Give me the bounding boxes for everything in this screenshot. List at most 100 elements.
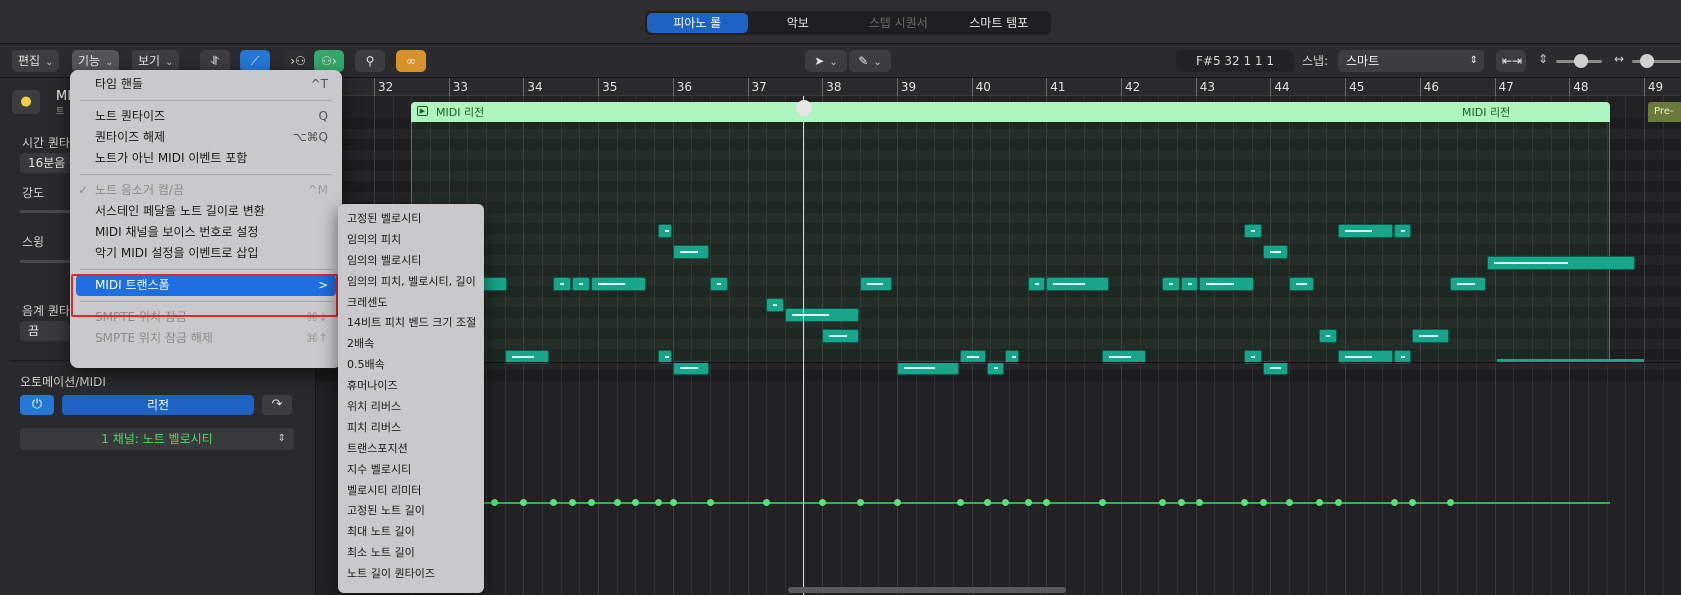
midi-note[interactable] (672, 245, 710, 259)
catch-icon[interactable]: ● (12, 90, 40, 114)
submenu-item[interactable]: 피치 리버스 (338, 417, 484, 438)
midi-note[interactable] (766, 297, 784, 312)
submenu-item[interactable]: 노트 길이 퀀타이즈 (338, 563, 484, 584)
scale-quantize-select[interactable]: 끔 (20, 321, 70, 341)
submenu-item[interactable]: 임의의 벨로시티 (338, 250, 484, 271)
functions-menu-button[interactable]: 기능 ⌄ (72, 50, 120, 72)
submenu-item[interactable]: 위치 리버스 (338, 396, 484, 417)
midi-note[interactable] (710, 276, 728, 291)
submenu-item[interactable]: 고정된 노트 길이 (338, 500, 484, 521)
velocity-point[interactable] (654, 499, 662, 506)
velocity-point[interactable] (983, 499, 991, 506)
velocity-point[interactable] (1024, 499, 1032, 506)
midi-note[interactable] (822, 329, 859, 343)
midi-note[interactable] (590, 276, 646, 291)
midi-region-header[interactable] (411, 102, 1610, 122)
midi-note[interactable] (657, 224, 672, 238)
midi-note[interactable] (1027, 276, 1046, 291)
midi-note[interactable] (1412, 329, 1449, 343)
horizontal-zoom-knob[interactable] (1640, 54, 1654, 68)
menu-item-note-mute[interactable]: ✓ 노트 음소거 켬/끔 ^M (70, 180, 342, 201)
submenu-item[interactable]: 휴머나이즈 (338, 375, 484, 396)
velocity-point[interactable] (613, 499, 621, 506)
velocity-point[interactable] (669, 499, 677, 506)
tab-score[interactable]: 악보 (748, 13, 849, 33)
menu-item-sustain-to-length[interactable]: 서스테인 페달을 노트 길이로 변환 (70, 201, 342, 222)
submenu-item[interactable]: 고정된 벨로시티 (338, 208, 484, 229)
velocity-point[interactable] (568, 499, 576, 506)
velocity-point[interactable] (1390, 499, 1398, 506)
horizontal-scrollbar[interactable] (788, 587, 1066, 593)
menu-item-smpte-unlock[interactable]: SMPTE 위치 잠금 해제 ⌘↑ (70, 328, 342, 349)
submenu-item[interactable]: 지수 벨로시티 (338, 459, 484, 480)
bar-ruler[interactable] (316, 78, 1681, 96)
midi-note[interactable] (1262, 245, 1289, 259)
submenu-item[interactable]: 크레센도 (338, 292, 484, 313)
midi-in-icon[interactable]: ⟋ (240, 50, 270, 72)
submenu-item[interactable]: 최소 노트 길이 (338, 542, 484, 563)
velocity-point[interactable] (1259, 499, 1267, 506)
velocity-point[interactable] (1177, 499, 1185, 506)
collapse-icon[interactable]: ⥯ (200, 50, 230, 72)
fit-width-icon[interactable]: ⇤⇥ (1496, 50, 1526, 72)
midi-note[interactable] (1180, 276, 1199, 291)
tab-smart-tempo[interactable]: 스마트 템포 (949, 13, 1050, 33)
tab-step-sequencer[interactable]: 스텝 시퀀서 (848, 13, 949, 33)
menu-item-include-non-note[interactable]: 노트가 아닌 MIDI 이벤트 포함 (70, 148, 342, 169)
playhead[interactable] (803, 96, 804, 595)
midi-note[interactable] (571, 276, 590, 291)
velocity-point[interactable] (587, 499, 595, 506)
share-icon[interactable]: ↷ (262, 395, 292, 415)
menu-item-insert-instrument-settings[interactable]: 악기 MIDI 설정을 이벤트로 삽입 (70, 243, 342, 264)
pointer-tool-icon[interactable]: ➤ ⌄ (805, 50, 847, 72)
vertical-zoom-knob[interactable] (1574, 54, 1588, 68)
midi-note[interactable] (1318, 329, 1337, 343)
velocity-point[interactable] (893, 499, 901, 506)
tab-piano-roll[interactable]: 피아노 롤 (647, 13, 748, 33)
midi-note[interactable] (1487, 255, 1636, 270)
edit-menu-button[interactable]: 편집 ⌄ (12, 50, 60, 72)
midi-out-right-icon[interactable]: ⚇› (314, 50, 344, 72)
midi-note[interactable] (1337, 224, 1393, 238)
velocity-point[interactable] (1334, 499, 1342, 506)
submenu-item[interactable]: 임의의 피치 (338, 229, 484, 250)
menu-item-quantize-notes[interactable]: 노트 퀀타이즈 Q (70, 106, 342, 127)
strength-slider[interactable] (20, 210, 70, 213)
midi-note[interactable] (553, 276, 571, 291)
velocity-point[interactable] (1446, 499, 1454, 506)
region-button[interactable]: 리전 (62, 395, 254, 415)
velocity-point[interactable] (490, 499, 498, 506)
midi-note[interactable] (1162, 276, 1180, 291)
snap-select[interactable]: 스마트 ⇕ (1338, 50, 1484, 72)
midi-note[interactable] (784, 308, 859, 322)
pre-region-tag[interactable]: Pre- (1648, 102, 1681, 122)
channel-select[interactable]: 1 채널: 노트 벨로시티 ⇕ (20, 428, 294, 450)
power-icon[interactable]: ⏻ (20, 395, 54, 415)
submenu-item[interactable]: 14비트 피치 벤드 크기 조절 (338, 312, 484, 333)
link-icon[interactable]: ∞ (396, 50, 426, 72)
velocity-point[interactable] (1315, 499, 1323, 506)
midi-note[interactable] (1449, 276, 1487, 291)
submenu-item[interactable]: 최대 노트 길이 (338, 521, 484, 542)
pencil-tool-icon[interactable]: ✎ ⌄ (849, 50, 891, 72)
menu-item-time-handles[interactable]: 타임 핸들 ^T (70, 74, 342, 95)
midi-note[interactable] (1046, 276, 1109, 291)
submenu-item[interactable]: 0.5배속 (338, 354, 484, 375)
midi-note[interactable] (1393, 224, 1412, 238)
submenu-item[interactable]: 임의의 피치, 벨로시티, 길이 (338, 271, 484, 292)
midi-out-left-icon[interactable]: ›⚇ (284, 50, 312, 72)
menu-item-channel-to-voice[interactable]: MIDI 채널을 보이스 번호로 설정 (70, 222, 342, 243)
view-menu-button[interactable]: 보기 ⌄ (132, 50, 180, 72)
tuning-fork-icon[interactable]: ⚲ (355, 50, 385, 72)
velocity-point[interactable] (1286, 499, 1294, 506)
playhead-handle[interactable] (796, 100, 812, 116)
swing-slider[interactable] (20, 260, 70, 263)
submenu-item[interactable]: 트랜스포지션 (338, 438, 484, 459)
menu-item-unquantize[interactable]: 퀀타이즈 해제 ⌥⌘Q (70, 127, 342, 148)
midi-note[interactable] (1289, 276, 1315, 291)
velocity-point[interactable] (856, 499, 864, 506)
submenu-item[interactable]: 2배속 (338, 333, 484, 354)
midi-note[interactable] (859, 276, 893, 291)
midi-note[interactable] (1199, 276, 1255, 291)
submenu-item[interactable]: 벨로시티 리미터 (338, 480, 484, 501)
